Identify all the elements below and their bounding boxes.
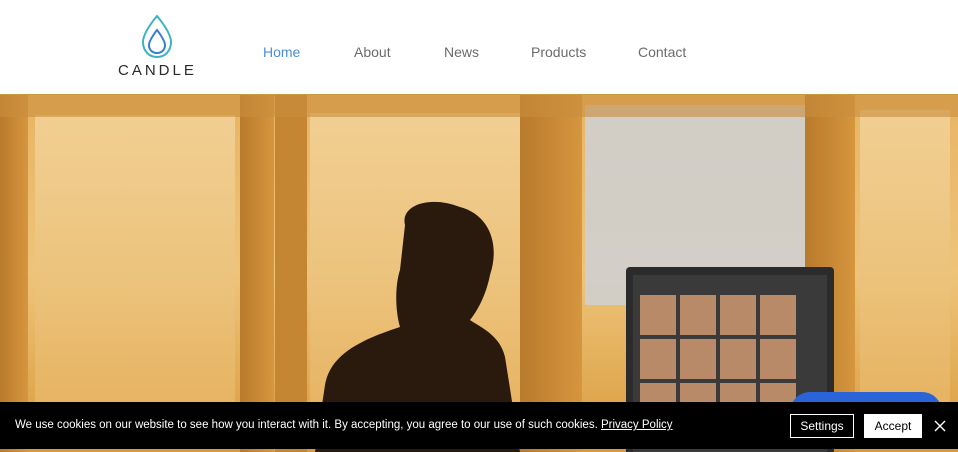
nav-news[interactable]: News bbox=[444, 44, 479, 60]
close-icon[interactable] bbox=[933, 419, 947, 433]
cookie-settings-button[interactable]: Settings bbox=[790, 414, 854, 438]
cookie-accept-button[interactable]: Accept bbox=[864, 414, 922, 438]
cookie-message: We use cookies on our website to see how… bbox=[15, 419, 673, 431]
nav-about[interactable]: About bbox=[354, 44, 391, 60]
nav-contact[interactable]: Contact bbox=[638, 44, 686, 60]
nav-home[interactable]: Home bbox=[263, 44, 300, 60]
site-header: CANDLE Home About News Products Contact bbox=[0, 0, 958, 94]
privacy-policy-link[interactable]: Privacy Policy bbox=[601, 419, 673, 431]
cookie-text: We use cookies on our website to see how… bbox=[15, 419, 598, 431]
nav-products[interactable]: Products bbox=[531, 44, 586, 60]
cookie-banner: We use cookies on our website to see how… bbox=[0, 402, 958, 449]
main-nav: Home About News Products Contact bbox=[0, 0, 958, 94]
